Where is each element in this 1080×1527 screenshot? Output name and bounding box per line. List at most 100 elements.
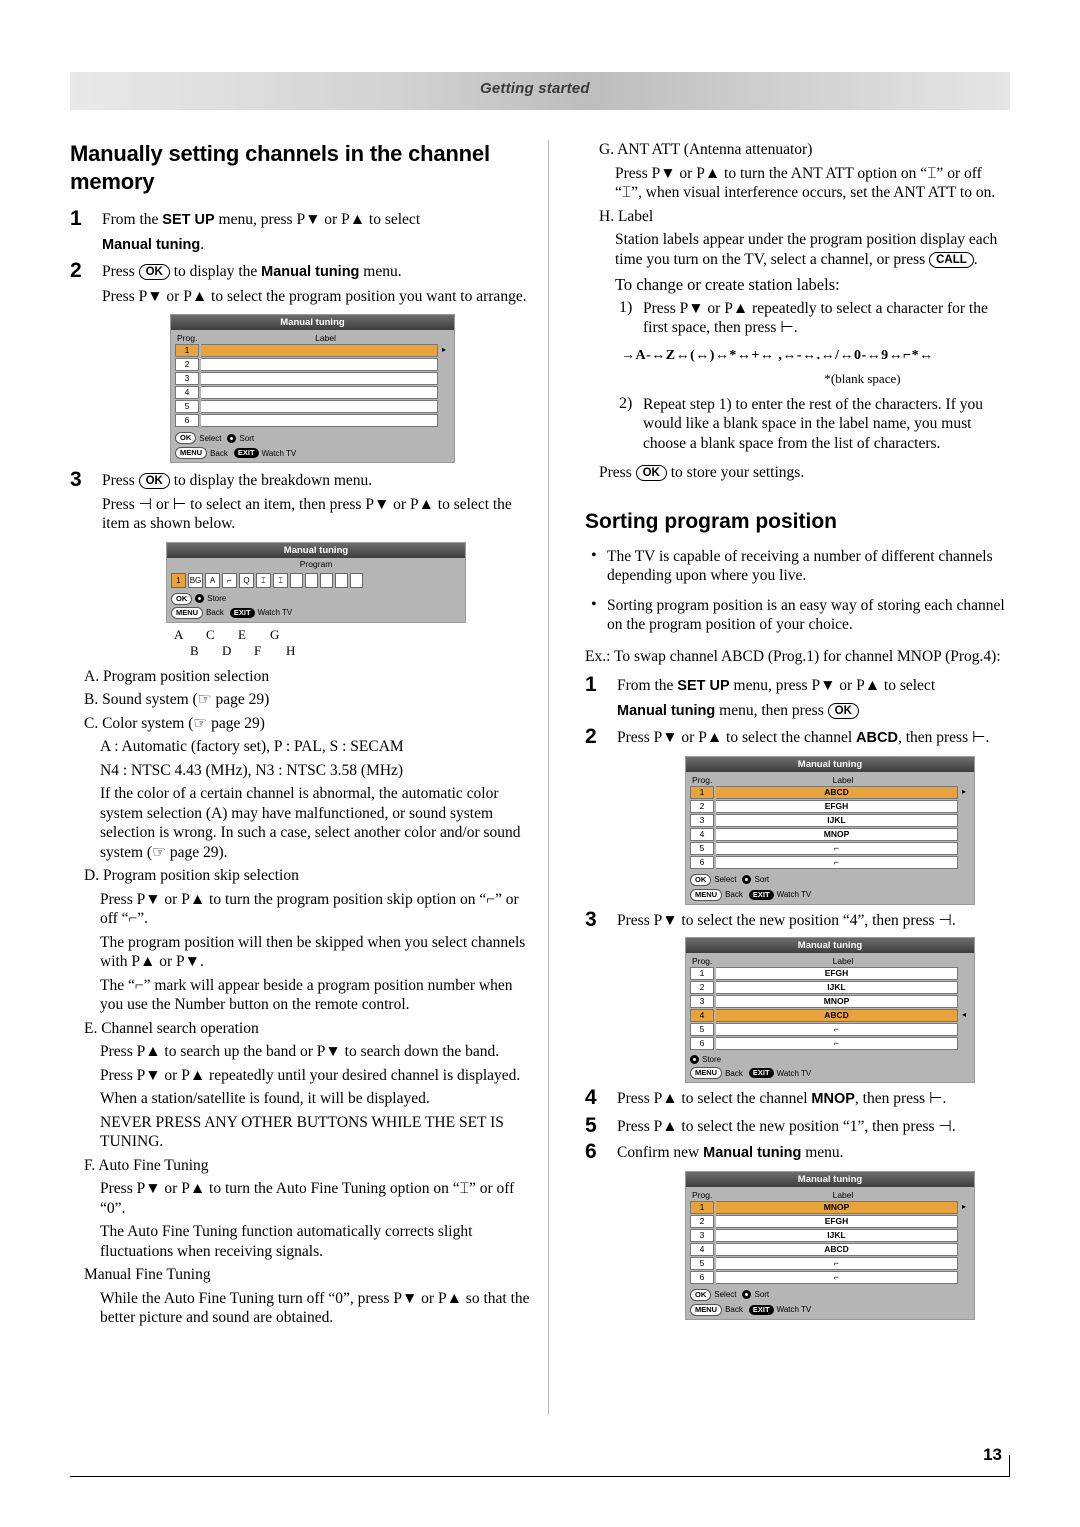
- ok-key-icon: OK: [171, 592, 193, 605]
- osd-a-row-3-mark: [958, 814, 970, 827]
- sort-step-2: 2 Press P▼ or P▲ to select the channel A…: [585, 725, 1010, 749]
- bullet-2: Sorting program position is an easy way …: [585, 595, 1010, 635]
- sort-step-3: 3 Press P▼ to select the new position “4…: [585, 908, 1010, 931]
- bd-cell-antatt: ⌶: [273, 572, 288, 588]
- step-1-text: From the SET UP menu, press P▼ or P▲ to …: [102, 210, 530, 231]
- bd-cell-label-1: [290, 572, 303, 588]
- osd-a-foot-menu: MENU Back: [690, 888, 743, 901]
- osd-c-row-2-mark: [958, 1215, 970, 1228]
- osd-1-row-4-label: [201, 386, 438, 399]
- step-2-number: 2: [70, 259, 82, 282]
- section-heading-manual-tuning: Manually setting channels in the channel…: [70, 141, 490, 194]
- subheading-change-labels: To change or create station labels:: [615, 275, 840, 294]
- osd-a-row-2-prog: 2: [690, 799, 714, 813]
- osd-a-footer2: MENU Back EXIT Watch TV: [686, 886, 974, 904]
- osd-b-row-2: 2 IJKL: [690, 981, 970, 994]
- osd-1-col-label: Label: [315, 333, 336, 343]
- ok-key-icon: OK: [138, 473, 170, 489]
- osd-1-row-6-mark: [438, 414, 450, 427]
- osd-1-row-2: 2: [175, 358, 450, 371]
- sort-step-4-text: Press P▲ to select the channel MNOP, the…: [617, 1089, 1010, 1110]
- bd-cell-aft: ⌶: [256, 572, 271, 588]
- osd-c-foot-ok-label: Select: [714, 1290, 737, 1299]
- osd-b-row-2-label: IJKL: [716, 981, 958, 994]
- item-e-2: Press P▼ or P▲ repeatedly until your des…: [100, 1066, 521, 1084]
- osd-1-header-row: Prog. Label: [175, 333, 450, 344]
- callout-f: F: [254, 642, 262, 658]
- osd-c-row-3-prog: 3: [690, 1228, 714, 1242]
- osd-c-title: Manual tuning: [686, 1171, 974, 1187]
- osd-b-row-4-label: ABCD: [716, 1009, 958, 1022]
- right-column: G. ANT ATT (Antenna attenuator) Press P▼…: [585, 140, 1010, 1326]
- osd-b-body: Prog. Label 1 EFGH 2 IJKL 3 MNOP 4 ABCD ◂ 5 ⌐ …: [686, 953, 974, 1053]
- osd-c-row-6-label: ⌐: [716, 1270, 958, 1284]
- item-g-manual-fine-tuning: Manual Fine Tuning: [84, 1266, 211, 1283]
- sort-step-6: 6 Confirm new Manual tuning menu.: [585, 1140, 1010, 1164]
- store-settings-text: Press OK to store your settings.: [585, 463, 1010, 483]
- osd-c-foot-sort: Sort: [742, 1289, 769, 1301]
- callout-a: A: [174, 626, 184, 642]
- item-h-text-end: .: [973, 250, 978, 268]
- bd-cell-label-5: [350, 572, 363, 588]
- osd-b-row-1-label: EFGH: [716, 967, 958, 980]
- item-e-4: NEVER PRESS ANY OTHER BUTTONS WHILE THE …: [100, 1113, 504, 1151]
- step-1-text2: Manual tuning.: [102, 235, 530, 256]
- osd-1-foot-exit: EXIT Watch TV: [233, 447, 296, 459]
- osd-c-row-2-prog: 2: [690, 1214, 714, 1228]
- osd-1-foot-ok-label: Select: [199, 433, 222, 443]
- osd-a-foot-sort: Sort: [742, 874, 769, 886]
- step-2-text: Press OK to display the Manual tuning me…: [102, 262, 530, 283]
- osd-1-foot-ok: OK Select: [175, 432, 221, 444]
- osd-1-foot-menu: MENU Back: [175, 447, 228, 459]
- osd-b-row-5-label: ⌐: [716, 1023, 958, 1036]
- sort-step-1-t3: menu, then press: [715, 701, 828, 719]
- section-heading-sorting: Sorting program position: [585, 509, 837, 533]
- step-1-text-a: From the: [102, 211, 163, 228]
- footer-rule-vertical: [1009, 1455, 1010, 1477]
- sort-step-2-text: Press P▼ or P▲ to select the channel ABC…: [617, 728, 1010, 749]
- page-header-band: Getting started: [70, 72, 1010, 110]
- osd-1-row-5-prog: 5: [175, 400, 199, 413]
- osd-b-row-2-prog: 2: [690, 981, 714, 994]
- osd-b-col-label: Label: [832, 956, 854, 966]
- osd-breakdown: Manual tuning Program 1 BG A ⌐ Q ⌶ ⌶ OK …: [166, 541, 466, 659]
- callout-b: B: [190, 642, 199, 658]
- osd-1-footer2: MENU Back EXIT Watch TV: [171, 445, 454, 462]
- osd-b-row-5-mark: [958, 1023, 970, 1036]
- osd-a-col-prog: Prog.: [692, 774, 713, 785]
- osd-a-foot-sort-label: Sort: [754, 875, 770, 884]
- step-1-text-b: menu, press P▼ or P▲ to select: [214, 211, 421, 228]
- osd-c-col-prog: Prog.: [692, 1189, 713, 1200]
- osd-a-row-6: 6 ⌐: [690, 855, 970, 869]
- item-a: A. Program position selection: [84, 667, 270, 685]
- sort-dot-icon: [742, 1290, 752, 1299]
- osd-a-foot-ok-label: Select: [714, 875, 737, 884]
- item-g-antatt: G. ANT ATT (Antenna attenuator): [599, 141, 813, 158]
- osd-2-foot-ok: OK Store: [171, 592, 226, 605]
- osd-frame-1: Manual tuning Prog. Label 1 ▸ 2 3 4 5 6 O…: [170, 314, 455, 463]
- osd-c-row-3-mark: [958, 1229, 970, 1242]
- example-text: Ex.: To swap channel ABCD (Prog.1) for c…: [585, 647, 1001, 665]
- step-3-t1: Press: [102, 472, 139, 489]
- sort-step-2-t1: Press P▼ or P▲ to select the channel: [617, 729, 857, 746]
- osd-c-foot-menu: MENU Back: [690, 1303, 743, 1316]
- left-column: Manually setting channels in the channel…: [70, 140, 530, 1332]
- osd-1-row-6: 6: [175, 414, 450, 427]
- sort-step-1: 1 From the SET UP menu, press P▼ or P▲ t…: [585, 673, 1010, 721]
- menu-key-icon: MENU: [690, 888, 723, 901]
- step-1: 1 From the SET UP menu, press P▼ or P▲ t…: [70, 207, 530, 256]
- ok-key-icon: OK: [175, 432, 197, 444]
- osd-1-row-4: 4: [175, 386, 450, 399]
- osd-a-row-4-mark: [958, 828, 970, 841]
- sort-step-5: 5 Press P▲ to select the new position “1…: [585, 1114, 1010, 1137]
- label-step-1-text: Press P▼ or P▲ repeatedly to select a ch…: [643, 299, 988, 337]
- osd-a-row-6-prog: 6: [690, 855, 714, 869]
- callout-letters-top: A C E G: [174, 627, 466, 643]
- osd-a-foot-exit: EXIT Watch TV: [748, 889, 811, 901]
- osd-a-row-4-prog: 4: [690, 827, 714, 841]
- callout-c: C: [206, 626, 215, 642]
- osd-c-col-label: Label: [832, 1189, 854, 1200]
- osd-b-row-2-mark: [958, 981, 970, 994]
- osd-c-row-2: 2 EFGH: [690, 1214, 970, 1228]
- osd-b-row-3-label: MNOP: [716, 995, 958, 1008]
